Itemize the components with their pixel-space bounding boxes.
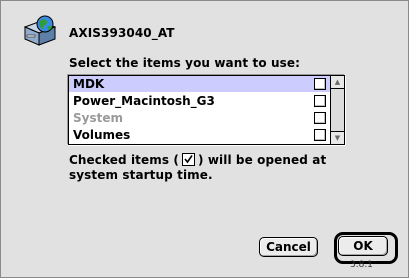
prompt-text: Select the items you want to use: xyxy=(69,56,300,70)
file-server-icon xyxy=(23,15,59,47)
list-item-system: System xyxy=(69,110,330,126)
startup-checkbox[interactable] xyxy=(314,95,326,107)
list-item-volumes[interactable]: Volumes xyxy=(69,127,330,143)
list-item-label: Power_Macintosh_G3 xyxy=(73,94,215,108)
server-name: AXIS393040_AT xyxy=(69,26,175,40)
list-item-mdk[interactable]: MDK xyxy=(69,76,330,92)
list-item-label: Volumes xyxy=(73,128,131,142)
list-item-label: MDK xyxy=(73,77,105,91)
list-scrollbar[interactable]: ▲ ▼ xyxy=(330,76,344,144)
ok-button[interactable]: OK xyxy=(338,236,388,256)
volume-list[interactable]: MDK Power_Macintosh_G3 System Volumes ▲ … xyxy=(68,75,345,145)
volume-select-dialog: AXIS393040_AT Select the items you want … xyxy=(0,0,409,278)
cancel-button[interactable]: Cancel xyxy=(259,237,318,257)
startup-checkbox xyxy=(314,112,326,124)
footnote-text-line2: system startup time. xyxy=(69,168,213,182)
footnote-text-after: ) will be opened at xyxy=(197,153,327,167)
startup-checkbox[interactable] xyxy=(314,129,326,141)
list-item-label: System xyxy=(73,111,123,125)
scroll-down-arrow-icon[interactable]: ▼ xyxy=(331,131,344,144)
checkmark-icon xyxy=(181,153,195,166)
footnote-text-before: Checked items ( xyxy=(69,153,179,167)
list-item-power-macintosh-g3[interactable]: Power_Macintosh_G3 xyxy=(69,93,330,109)
version-label: 3.8.1 xyxy=(350,260,373,270)
startup-checkbox[interactable] xyxy=(314,78,326,90)
footnote-text: Checked items ( ) will be opened at xyxy=(69,153,326,167)
scroll-up-arrow-icon[interactable]: ▲ xyxy=(331,76,344,89)
